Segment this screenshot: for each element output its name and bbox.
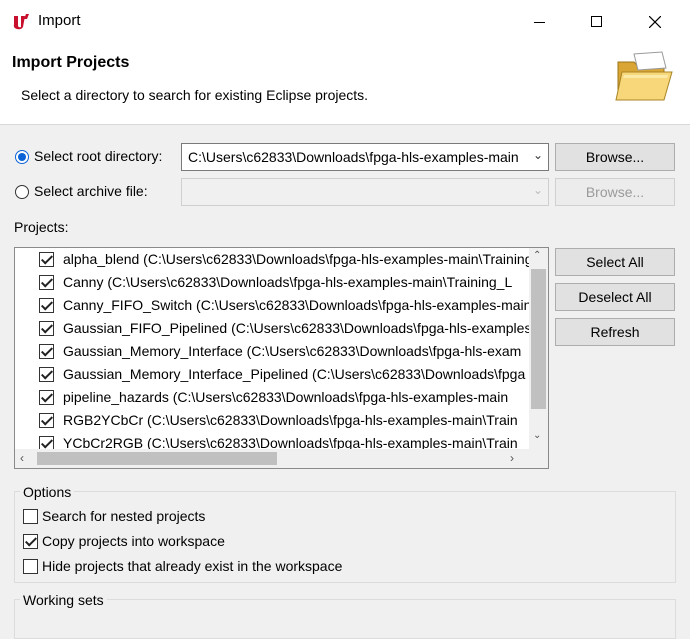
project-label: Gaussian_Memory_Interface_Pipelined (C:\… [63,366,526,382]
project-checkbox[interactable] [39,390,54,405]
working-sets-group [14,599,676,639]
scroll-right-icon[interactable]: › [510,451,514,465]
project-label: Canny (C:\Users\c62833\Downloads\fpga-hl… [63,274,513,290]
working-sets-legend: Working sets [20,592,107,608]
root-directory-value: C:\Users\c62833\Downloads\fpga-hls-examp… [188,149,519,165]
hide-existing-label: Hide projects that already exist in the … [42,558,343,574]
app-logo-icon [13,14,29,30]
project-checkbox[interactable] [39,413,54,428]
scroll-left-icon[interactable]: ‹ [20,451,24,465]
project-checkbox[interactable] [39,321,54,336]
minimize-button[interactable] [516,6,562,38]
select-all-button[interactable]: Select All [555,248,675,276]
project-checkbox[interactable] [39,252,54,267]
projects-list[interactable]: alpha_blend (C:\Users\c62833\Downloads\f… [14,247,549,469]
root-directory-combo[interactable]: C:\Users\c62833\Downloads\fpga-hls-examp… [181,143,549,171]
project-label: Canny_FIFO_Switch (C:\Users\c62833\Downl… [63,297,532,313]
chevron-down-icon: ⌄ [532,148,543,162]
vertical-scroll-thumb[interactable] [531,269,546,409]
project-checkbox[interactable] [39,298,54,313]
refresh-button[interactable]: Refresh [555,318,675,346]
scroll-up-icon[interactable]: ⌃ [533,250,541,261]
archive-file-combo[interactable]: ⌄ [181,178,549,206]
copy-projects-checkbox[interactable] [23,534,38,549]
search-nested-label: Search for nested projects [42,508,206,524]
project-checkbox[interactable] [39,367,54,382]
project-label: Gaussian_FIFO_Pipelined (C:\Users\c62833… [63,320,532,336]
root-directory-radio[interactable] [15,150,29,164]
hide-existing-checkbox[interactable] [23,559,38,574]
project-checkbox[interactable] [39,275,54,290]
page-title: Import Projects [12,54,130,71]
project-checkbox[interactable] [39,344,54,359]
page-description: Select a directory to search for existin… [21,87,369,103]
window-title: Import [38,12,81,29]
search-nested-checkbox[interactable] [23,509,38,524]
scroll-down-icon[interactable]: ⌄ [533,430,541,441]
project-label: pipeline_hazards (C:\Users\c62833\Downlo… [63,389,509,405]
archive-file-radio[interactable] [15,185,29,199]
copy-projects-label: Copy projects into workspace [42,533,225,549]
root-directory-label: Select root directory: [34,148,163,164]
project-label: RGB2YCbCr (C:\Users\c62833\Downloads\fpg… [63,412,518,428]
browse-archive-button[interactable]: Browse... [555,178,675,206]
vertical-scrollbar[interactable]: ⌃ ⌄ [529,248,548,449]
project-label: alpha_blend (C:\Users\c62833\Downloads\f… [63,251,533,267]
minimize-icon [534,22,545,23]
dialog-header: Import Projects Select a directory to se… [0,44,690,125]
archive-file-label: Select archive file: [34,183,148,199]
close-icon [649,16,661,28]
title-bar: Import [0,0,690,44]
maximize-icon [591,16,602,27]
horizontal-scroll-thumb[interactable] [37,452,277,465]
chevron-down-icon: ⌄ [532,183,543,197]
options-legend: Options [20,484,75,500]
maximize-button[interactable] [574,6,620,38]
horizontal-scrollbar[interactable]: ‹ › [15,449,548,468]
browse-root-button[interactable]: Browse... [555,143,675,171]
close-button[interactable] [632,6,678,38]
deselect-all-button[interactable]: Deselect All [555,283,675,311]
projects-label: Projects: [14,219,69,235]
folder-open-icon [615,51,673,101]
project-label: Gaussian_Memory_Interface (C:\Users\c628… [63,343,522,359]
